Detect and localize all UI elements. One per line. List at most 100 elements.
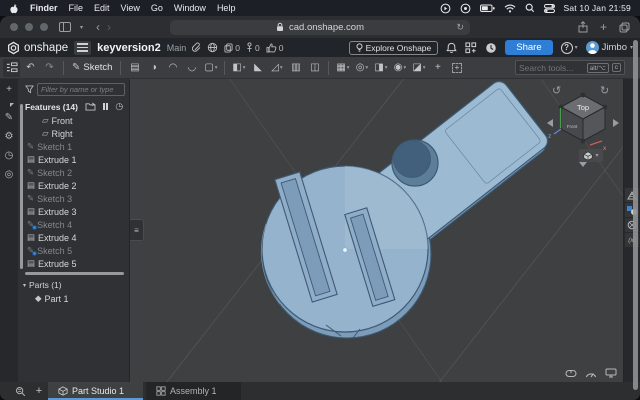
address-bar[interactable]: cad.onshape.com ↻ <box>170 20 470 35</box>
apps-rail-icon[interactable]: ⚙ <box>5 132 14 142</box>
sidebar-caret-icon[interactable]: ▾ <box>80 24 83 31</box>
share-button[interactable]: Share <box>505 40 552 55</box>
tab-assembly-1[interactable]: Assembly 1 <box>146 382 241 400</box>
feature-row[interactable]: ✎Sketch 3 <box>18 192 129 205</box>
feature-row[interactable]: ✎Sketch 5 <box>18 244 129 257</box>
fillet-tool-button[interactable]: ◧▾ <box>230 59 247 77</box>
origin-point[interactable] <box>343 248 348 253</box>
app-store-grid-icon[interactable] <box>465 42 477 54</box>
mirror-tool-button[interactable]: ◨▾ <box>372 59 389 77</box>
menu-item-file[interactable]: File <box>69 3 84 13</box>
rollback-history-icon[interactable]: ◷ <box>115 101 123 112</box>
menu-item-window[interactable]: Window <box>174 3 206 13</box>
feature-list-toggle-button[interactable] <box>3 59 20 77</box>
help-menu[interactable]: ? ▾ <box>561 42 578 54</box>
likes-count[interactable]: 0 <box>266 43 284 53</box>
menu-item-edit[interactable]: Edit <box>94 3 110 13</box>
window-close-button[interactable] <box>10 23 18 31</box>
feature-row[interactable]: ✎Sketch 1 <box>18 140 129 153</box>
document-title[interactable]: keyversion2 <box>97 42 161 54</box>
horizontal-scrollbar[interactable] <box>25 272 124 275</box>
menu-item-help[interactable]: Help <box>217 3 236 13</box>
page-scrollbar[interactable] <box>633 40 638 390</box>
sketch-button[interactable]: ✎ Sketch <box>69 62 115 73</box>
battery-icon[interactable] <box>480 4 495 13</box>
search-tools-input[interactable] <box>519 63 584 73</box>
feature-row[interactable]: ▤Extrude 4 <box>18 231 129 244</box>
menu-bar-clock[interactable]: Sat 10 Jan 21:59 <box>564 3 631 13</box>
mouse-settings-icon[interactable] <box>565 369 577 378</box>
sidebar-toggle-icon[interactable] <box>59 22 73 33</box>
window-zoom-button[interactable] <box>40 23 48 31</box>
tab-overview-icon[interactable] <box>619 22 630 33</box>
undo-button[interactable]: ↶ <box>22 59 39 77</box>
globe-icon[interactable] <box>207 42 218 53</box>
workspace-name[interactable]: Main <box>167 43 187 53</box>
feature-row[interactable]: ▱Right <box>18 127 129 140</box>
copies-count[interactable]: 0 <box>224 43 240 53</box>
model-viewport[interactable]: ↺ ↻ Top Front z x ▾ <box>130 79 623 382</box>
feature-row[interactable]: ✎Sketch 4 <box>18 218 129 231</box>
shell-tool-button[interactable]: ◫ <box>306 59 323 77</box>
control-center-icon[interactable] <box>544 4 555 13</box>
wifi-icon[interactable] <box>504 4 516 13</box>
split-tool-button[interactable]: ◪▾ <box>410 59 427 77</box>
revolve-tool-button[interactable]: ◑ <box>145 59 162 77</box>
link-icon[interactable] <box>192 42 201 53</box>
search-tools-box[interactable]: alt/⌥ c <box>515 60 625 75</box>
menu-item-view[interactable]: View <box>121 3 140 13</box>
menu-item-finder[interactable]: Finder <box>30 3 58 13</box>
user-menu[interactable]: Jimbo ▾ <box>586 41 633 54</box>
view-menu-button[interactable]: ▾ <box>579 149 603 162</box>
insert-rail-icon[interactable]: + <box>6 85 12 95</box>
notes-rail-icon[interactable]: ✎ <box>5 113 13 123</box>
performance-gauge-icon[interactable] <box>585 369 597 378</box>
document-menu-button[interactable] <box>74 41 91 55</box>
part-row[interactable]: ◆Part 1 <box>18 292 129 305</box>
tab-part-studio-1[interactable]: Part Studio 1 <box>48 382 143 400</box>
sweep-tool-button[interactable]: ◠ <box>164 59 181 77</box>
feature-row[interactable]: ✎Sketch 2 <box>18 166 129 179</box>
onshape-logo[interactable]: onshape <box>7 41 68 55</box>
feature-row[interactable]: ▱Front <box>18 114 129 127</box>
follow-count[interactable]: 0 <box>246 42 260 53</box>
screen-record-icon[interactable] <box>440 3 451 14</box>
explore-onshape-button[interactable]: Explore Onshape <box>349 41 439 55</box>
feature-row[interactable]: ▤Extrude 2 <box>18 179 129 192</box>
share-icon[interactable] <box>578 21 588 33</box>
transform-button[interactable]: + <box>448 59 465 77</box>
window-minimize-button[interactable] <box>25 23 33 31</box>
apple-menu-icon[interactable] <box>9 3 19 14</box>
new-tab-icon[interactable]: + <box>600 20 607 34</box>
linear-pattern-tool-button[interactable]: ▦▾ <box>334 59 351 77</box>
forward-button[interactable]: › <box>107 21 111 33</box>
feature-row[interactable]: ▤Extrude 1 <box>18 153 129 166</box>
learning-center-icon[interactable] <box>485 42 497 54</box>
thicken-tool-button[interactable]: ▢▾ <box>202 59 219 77</box>
extrude-tool-button[interactable]: ▤ <box>126 59 143 77</box>
add-tab-button[interactable]: + <box>30 382 48 400</box>
loft-tool-button[interactable]: ◡ <box>183 59 200 77</box>
measure-rail-icon[interactable]: ◎ <box>5 170 14 180</box>
suppress-rollback-icon[interactable] <box>103 103 109 110</box>
display-monitor-icon[interactable] <box>605 368 617 378</box>
chamfer-tool-button[interactable]: ◣ <box>249 59 266 77</box>
boolean-tool-button[interactable]: ◉▾ <box>391 59 408 77</box>
transform-tool-button[interactable]: + <box>429 59 446 77</box>
notifications-bell-icon[interactable] <box>446 42 457 54</box>
rib-tool-button[interactable]: ▥ <box>287 59 304 77</box>
parts-header[interactable]: ▾ Parts (1) <box>18 276 129 292</box>
history-rail-icon[interactable]: ◷ <box>5 151 14 161</box>
reload-icon[interactable]: ↻ <box>456 22 464 33</box>
tab-manager-button[interactable] <box>12 382 30 400</box>
shortcuts-icon[interactable] <box>460 3 471 14</box>
draft-tool-button[interactable]: ◿▾ <box>268 59 285 77</box>
redo-button[interactable]: ↷ <box>41 59 58 77</box>
vertical-scrollbar[interactable] <box>20 104 23 269</box>
filter-input[interactable] <box>37 83 125 96</box>
feature-row[interactable]: ▤Extrude 5 <box>18 257 129 270</box>
feature-row[interactable]: ▤Extrude 3 <box>18 205 129 218</box>
spotlight-icon[interactable] <box>525 3 535 13</box>
panel-collapse-handle[interactable]: ≡ <box>130 219 144 241</box>
menu-item-go[interactable]: Go <box>151 3 163 13</box>
